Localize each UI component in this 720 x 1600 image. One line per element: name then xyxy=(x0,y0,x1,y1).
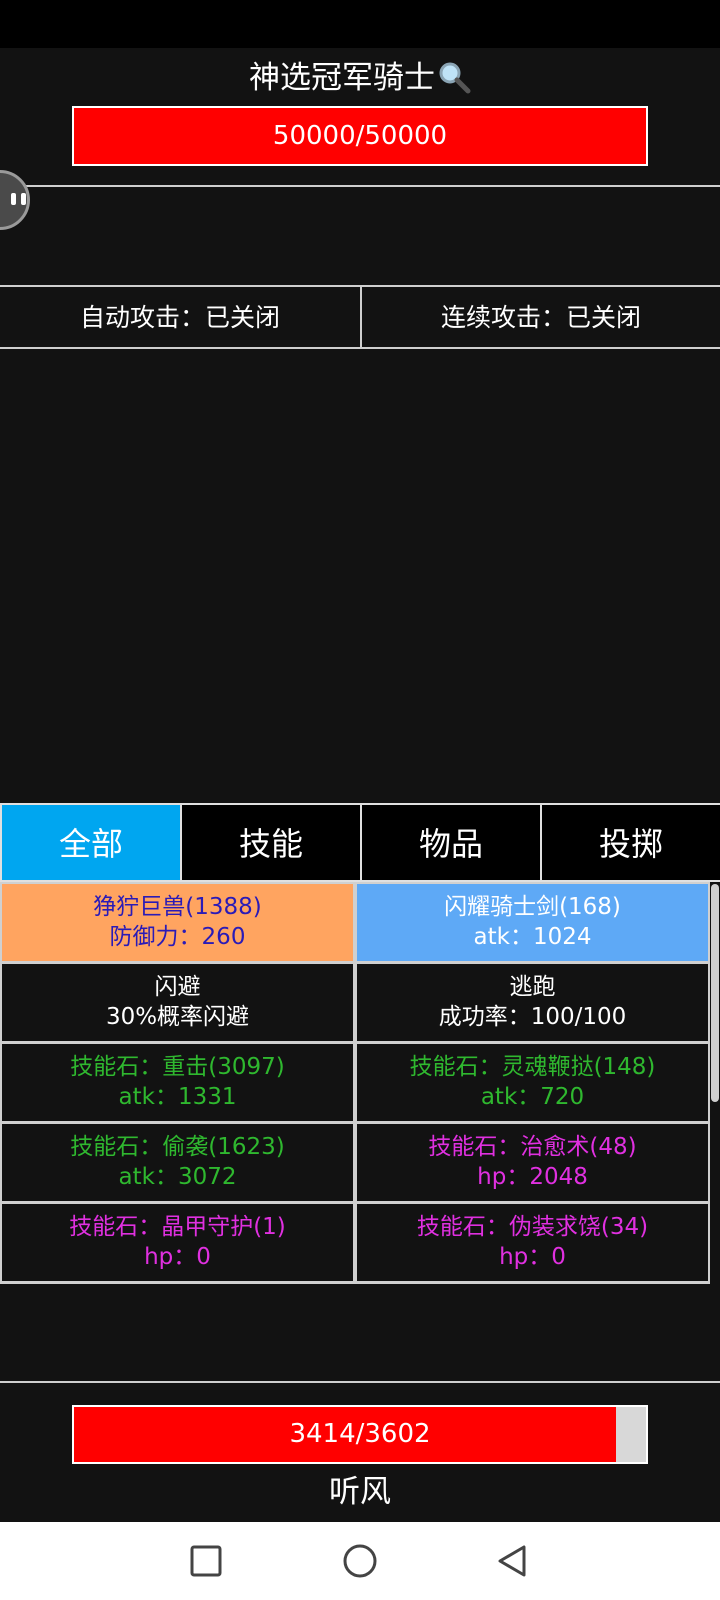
divider xyxy=(360,287,362,349)
action-card[interactable]: 技能石：重击(3097) atk：1331 xyxy=(2,1044,353,1121)
tab-skills[interactable]: 技能 xyxy=(180,803,362,882)
game-screen: 神选冠军骑士 50000/50000 自动攻击：已关闭 连续攻击：已关闭 全部 … xyxy=(0,0,720,1600)
enemy-name: 神选冠军骑士 xyxy=(249,60,435,96)
card-stat: hp：0 xyxy=(499,1244,566,1270)
chat-bubble-icon[interactable] xyxy=(0,170,30,230)
recent-apps-icon[interactable] xyxy=(161,1522,251,1600)
player-hp-bar: 3414/3602 xyxy=(72,1405,648,1464)
card-stat: 成功率：100/100 xyxy=(438,1004,627,1030)
tab-bar: 全部 技能 物品 投掷 xyxy=(0,803,720,882)
enemy-title: 神选冠军骑士 xyxy=(0,52,720,104)
divider xyxy=(0,1381,720,1383)
card-stat: atk：720 xyxy=(480,1084,585,1110)
tab-throw[interactable]: 投掷 xyxy=(540,803,720,882)
home-icon[interactable] xyxy=(315,1522,405,1600)
back-icon[interactable] xyxy=(467,1522,557,1600)
player-name: 听风 xyxy=(329,1474,391,1510)
card-stat: 防御力：260 xyxy=(109,924,246,950)
action-card[interactable]: 狰狞巨兽(1388) 防御力：260 xyxy=(2,884,353,961)
divider xyxy=(0,185,720,187)
enemy-hp-bar: 50000/50000 xyxy=(72,106,648,166)
action-card[interactable]: 技能石：晶甲守护(1) hp：0 xyxy=(2,1204,353,1281)
action-card[interactable]: 闪耀骑士剑(168) atk：1024 xyxy=(357,884,708,961)
tab-items[interactable]: 物品 xyxy=(360,803,542,882)
auto-attack-toggle[interactable]: 自动攻击：已关闭 xyxy=(0,287,360,349)
action-card[interactable]: 技能石：治愈术(48) hp：2048 xyxy=(357,1124,708,1201)
system-nav-bar xyxy=(0,1522,720,1600)
enemy-hp-text: 50000/50000 xyxy=(272,121,448,151)
list-scrollbar-thumb[interactable] xyxy=(711,884,719,1102)
card-title: 技能石：重击(3097) xyxy=(70,1054,285,1080)
action-card[interactable]: 技能石：灵魂鞭挞(148) atk：720 xyxy=(357,1044,708,1121)
status-bar xyxy=(0,0,720,48)
continuous-attack-toggle[interactable]: 连续攻击：已关闭 xyxy=(362,287,720,349)
player-hp-text: 3414/3602 xyxy=(289,1419,431,1449)
action-card[interactable]: 技能石：偷袭(1623) atk：3072 xyxy=(2,1124,353,1201)
card-stat: hp：2048 xyxy=(477,1164,588,1190)
card-title: 技能石：治愈术(48) xyxy=(428,1134,637,1160)
magnifier-icon[interactable] xyxy=(437,60,471,94)
card-title: 逃跑 xyxy=(509,974,556,1000)
card-title: 技能石：伪装求饶(34) xyxy=(416,1214,649,1240)
card-stat: 30%概率闪避 xyxy=(105,1004,250,1030)
action-card[interactable]: 闪避 30%概率闪避 xyxy=(2,964,353,1041)
card-title: 闪耀骑士剑(168) xyxy=(444,894,621,920)
card-title: 闪避 xyxy=(154,974,201,1000)
card-stat: atk：1024 xyxy=(473,924,592,950)
divider xyxy=(0,347,720,349)
card-stat: atk：1331 xyxy=(118,1084,237,1110)
action-card[interactable]: 逃跑 成功率：100/100 xyxy=(357,964,708,1041)
card-title: 狰狞巨兽(1388) xyxy=(93,894,262,920)
card-stat: atk：3072 xyxy=(118,1164,237,1190)
card-title: 技能石：偷袭(1623) xyxy=(70,1134,285,1160)
action-card[interactable]: 技能石：伪装求饶(34) hp：0 xyxy=(357,1204,708,1281)
card-title: 技能石：灵魂鞭挞(148) xyxy=(409,1054,656,1080)
tab-all[interactable]: 全部 xyxy=(0,803,182,882)
action-list: 狰狞巨兽(1388) 防御力：260 闪耀骑士剑(168) atk：1024 闪… xyxy=(0,882,720,1284)
card-stat: hp：0 xyxy=(144,1244,211,1270)
card-title: 技能石：晶甲守护(1) xyxy=(69,1214,286,1240)
